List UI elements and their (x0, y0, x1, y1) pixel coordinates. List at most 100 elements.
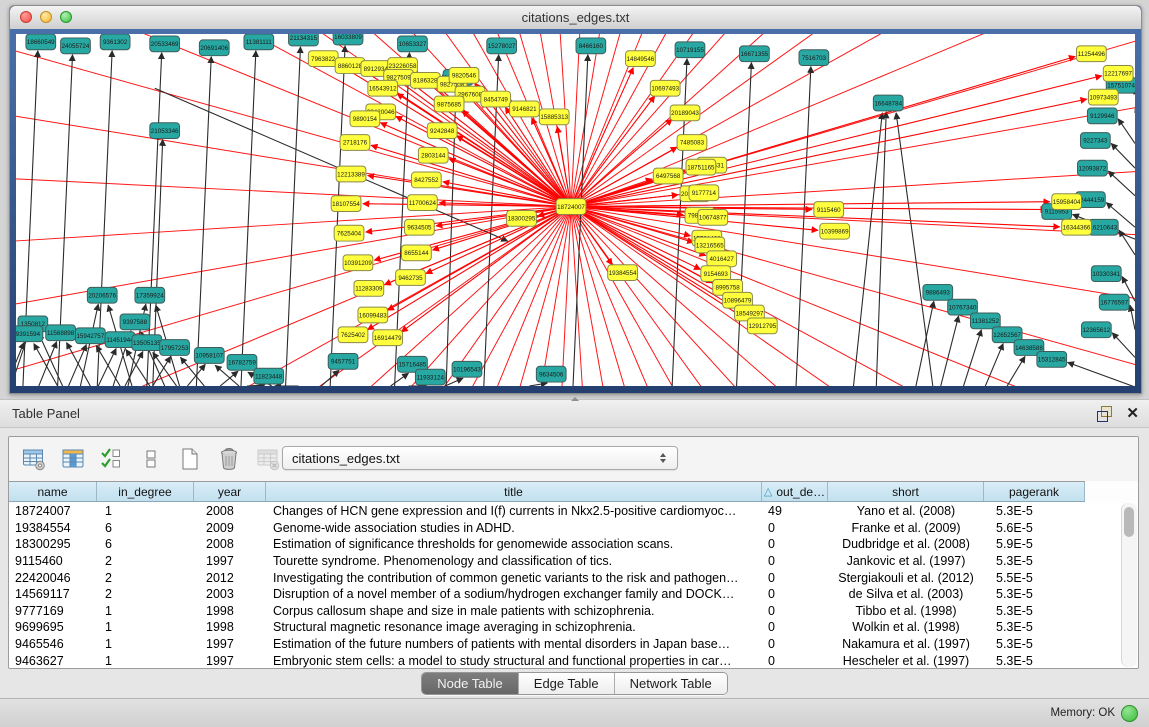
graph-node[interactable]: 9177714 (689, 185, 719, 201)
column-header-year[interactable]: year (194, 482, 266, 501)
graph-node[interactable]: 10391209 (343, 255, 373, 271)
graph-node[interactable]: 20206576 (87, 287, 117, 303)
graph-node[interactable]: 12093872 (1078, 160, 1108, 176)
table-row[interactable]: 969969511998Structural magnetic resonanc… (9, 619, 1123, 636)
graph-node[interactable]: 16776597 (1099, 294, 1129, 310)
graph-node[interactable]: 7625404 (334, 225, 364, 241)
graph-node[interactable]: 12213389 (336, 166, 366, 182)
graph-node[interactable]: 11254496 (1077, 46, 1107, 62)
network-canvas[interactable]: 1866054924055724936130220533469206914061… (16, 34, 1135, 386)
table-row[interactable]: 911546021997Tourette syndrome. Phenomeno… (9, 553, 1123, 570)
graph-node[interactable]: 10719155 (675, 42, 705, 58)
graph-node[interactable]: 9634506 (536, 366, 566, 382)
graph-node[interactable]: 9820546 (449, 68, 479, 84)
graph-node[interactable]: 7963822 (308, 51, 338, 67)
graph-node[interactable]: 14849546 (626, 51, 656, 67)
graph-node[interactable]: 11381111 (244, 34, 274, 50)
graph-node[interactable]: 10697493 (650, 80, 680, 96)
graph-node[interactable]: 9634505 (405, 219, 435, 235)
graph-node[interactable]: 9242848 (427, 123, 457, 139)
graph-node[interactable]: 7625402 (338, 327, 368, 343)
graph-node[interactable]: 16210643 (1088, 219, 1118, 235)
table-row[interactable]: 946554611997Estimation of the future num… (9, 636, 1123, 653)
graph-node[interactable]: 15958404 (1052, 194, 1082, 210)
graph-node[interactable]: 10653327 (398, 36, 428, 52)
graph-node[interactable]: 9457751 (328, 353, 358, 369)
graph-node[interactable]: 2803144 (418, 147, 448, 163)
graph-node[interactable]: 21134315 (289, 34, 319, 46)
graph-node[interactable]: 17957253 (160, 340, 190, 356)
graph-node[interactable]: 9146821 (510, 101, 540, 117)
graph-node[interactable]: 16782759 (227, 354, 257, 370)
delete-column-icon[interactable] (216, 446, 242, 472)
graph-node[interactable]: 16671355 (740, 46, 770, 62)
graph-node[interactable]: 16099483 (358, 307, 388, 323)
tab-edge-table[interactable]: Edge Table (519, 673, 615, 694)
graph-node[interactable]: 11568898 (46, 325, 76, 341)
graph-node[interactable]: 8427552 (411, 172, 441, 188)
graph-node[interactable]: 8655144 (402, 245, 432, 261)
scrollbar-thumb[interactable] (1124, 507, 1134, 537)
graph-node[interactable]: 16648784 (873, 95, 903, 111)
graph-node[interactable]: 18724007 (556, 199, 586, 215)
graph-node[interactable]: 10674877 (698, 210, 728, 226)
graph-node[interactable]: 20533469 (150, 36, 180, 52)
show-column-icon[interactable] (60, 446, 86, 472)
tab-node-table[interactable]: Node Table (422, 673, 519, 694)
graph-node[interactable]: 15942757 (75, 328, 105, 344)
new-column-icon[interactable] (177, 446, 203, 472)
table-selector-dropdown[interactable]: citations_edges.txt (282, 446, 678, 470)
graph-node[interactable]: 8186328 (410, 72, 440, 88)
graph-node[interactable]: 10958107 (194, 348, 224, 364)
close-panel-icon[interactable]: ✕ (1126, 406, 1139, 421)
graph-node[interactable]: 16543912 (368, 80, 398, 96)
table-scrollbar[interactable] (1121, 503, 1137, 667)
graph-node[interactable]: 18107554 (331, 196, 361, 212)
close-window-button[interactable] (20, 11, 32, 23)
table-row[interactable]: 946362711997Embryonic stem cells: a mode… (9, 652, 1123, 668)
table-row[interactable]: 2242004622012Investigating the contribut… (9, 569, 1123, 586)
network-window-titlebar[interactable]: citations_edges.txt (10, 6, 1141, 30)
column-header-short[interactable]: short (828, 482, 984, 501)
graph-node[interactable]: 16033809 (333, 34, 363, 45)
graph-node[interactable]: 9115460 (814, 202, 844, 218)
graph-node[interactable]: 10973493 (1088, 89, 1118, 105)
graph-node[interactable]: 17359924 (135, 287, 165, 303)
tab-network-table[interactable]: Network Table (615, 673, 727, 694)
table-row[interactable]: 1872400712008Changes of HCN gene express… (9, 503, 1123, 520)
table-mode-icon[interactable] (21, 446, 47, 472)
graph-node[interactable]: 12217697 (1103, 66, 1133, 82)
graph-node[interactable]: 8454749 (481, 91, 511, 107)
graph-node[interactable]: 15885313 (539, 109, 569, 125)
zoom-window-button[interactable] (60, 11, 72, 23)
float-panel-icon[interactable] (1097, 406, 1112, 421)
graph-node[interactable]: 9462735 (396, 270, 426, 286)
graph-node[interactable]: 7516703 (799, 50, 829, 66)
graph-node[interactable]: 16914479 (373, 330, 403, 346)
graph-node[interactable]: 12912795 (747, 318, 777, 334)
graph-node[interactable]: 10330341 (1091, 266, 1121, 282)
graph-node[interactable]: 15312845 (1037, 351, 1067, 367)
graph-node[interactable]: 11823448 (254, 368, 284, 384)
graph-node[interactable]: 16344366 (1062, 219, 1092, 235)
graph-node[interactable]: 8466160 (576, 38, 606, 54)
graph-node[interactable]: 9886493 (923, 284, 953, 300)
graph-node[interactable]: 21053346 (150, 123, 180, 139)
graph-node[interactable]: 2718176 (340, 135, 370, 151)
graph-node[interactable]: 13505135 (132, 335, 162, 351)
graph-node[interactable]: 10399869 (820, 223, 850, 239)
graph-node[interactable]: 9227343 (1080, 133, 1110, 149)
graph-node[interactable]: 20691406 (199, 40, 229, 56)
graph-node[interactable]: 6497568 (653, 168, 683, 184)
select-columns-icon[interactable] (99, 446, 125, 472)
table-row[interactable]: 1830029562008Estimation of significance … (9, 536, 1123, 553)
graph-node[interactable]: 9875685 (434, 96, 464, 112)
graph-node[interactable]: 9391594 (16, 326, 43, 342)
column-header-out_de[interactable]: △out_de… (762, 482, 828, 501)
graph-node[interactable]: 11451944 (105, 332, 135, 348)
graph-node[interactable]: 24055724 (61, 38, 91, 54)
memory-status-indicator[interactable] (1121, 705, 1138, 722)
column-header-in_degree[interactable]: in_degree (97, 482, 194, 501)
graph-node[interactable]: 18660549 (26, 34, 56, 50)
graph-node[interactable]: 12365612 (1081, 322, 1111, 338)
